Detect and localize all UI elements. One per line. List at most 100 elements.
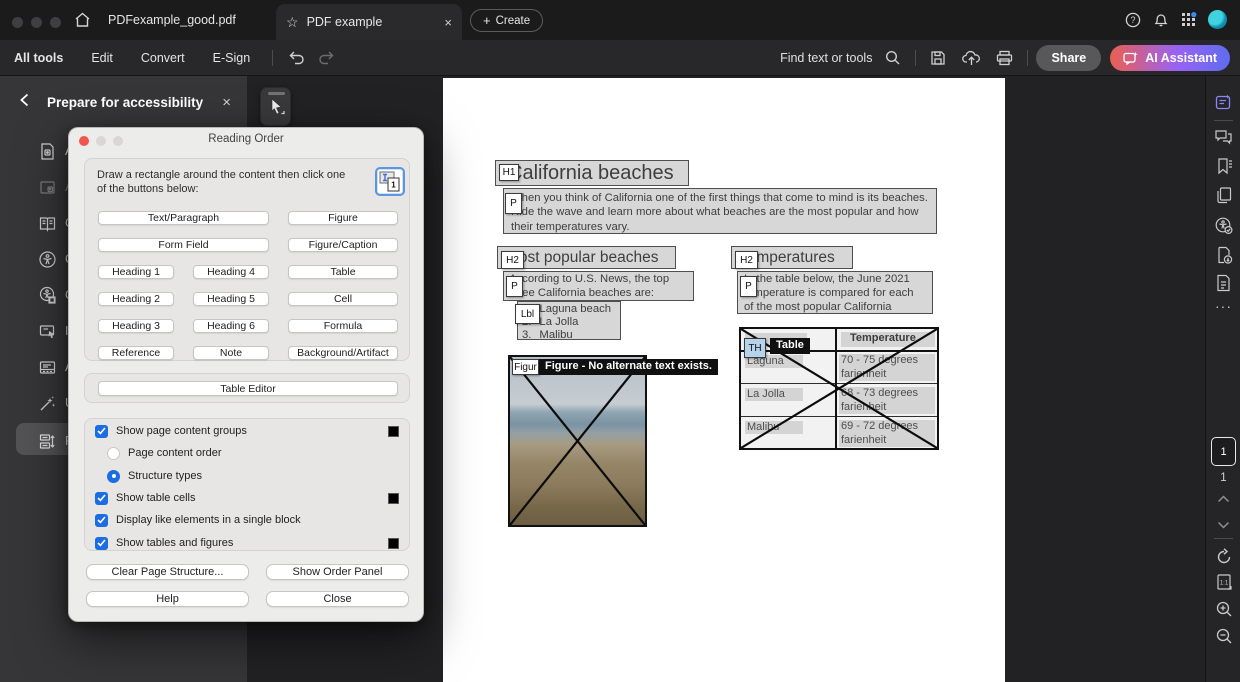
figure-content-box[interactable] (508, 355, 647, 527)
radio-unchecked-icon[interactable] (107, 447, 120, 460)
menu-all-tools[interactable]: All tools (0, 51, 77, 65)
radio-checked-icon[interactable] (107, 470, 120, 483)
menu-convert[interactable]: Convert (127, 51, 199, 65)
tab-doc-good[interactable]: PDFexample_good.pdf (108, 13, 236, 27)
tag-button-figure-caption[interactable]: Figure/Caption (288, 238, 398, 252)
undo-icon[interactable] (281, 50, 311, 65)
upload-cloud-icon[interactable] (956, 50, 986, 66)
select-cursor-icon[interactable] (269, 98, 285, 116)
option-show-tables-figures[interactable]: Show tables and figures (85, 535, 411, 551)
checkbox-checked-icon[interactable] (95, 492, 108, 505)
drag-handle[interactable] (268, 92, 285, 95)
pages-icon[interactable] (1206, 186, 1240, 204)
floating-tool-pill[interactable] (260, 87, 291, 126)
tag-button-cell[interactable]: Cell (288, 292, 398, 306)
apps-grid-icon[interactable] (1181, 12, 1198, 34)
page-thumbnail[interactable]: 1 (1211, 437, 1236, 466)
tag-button-heading-6[interactable]: Heading 6 (193, 319, 269, 333)
paragraph-content-box[interactable]: According to U.S. News, the top three Ca… (503, 271, 694, 301)
page-number: 1 (1220, 446, 1226, 458)
option-page-content-order[interactable]: Page content order (85, 445, 411, 461)
content-groups-color-swatch[interactable] (388, 426, 399, 437)
zoom-in-icon[interactable] (1206, 600, 1240, 618)
share-button[interactable]: Share (1036, 45, 1101, 71)
save-icon[interactable] (923, 50, 953, 66)
tag-button-heading-4[interactable]: Heading 4 (193, 265, 269, 279)
tag-button-heading-3[interactable]: Heading 3 (98, 319, 174, 333)
zoom-fit-icon[interactable]: 1:1 (1206, 573, 1240, 591)
help-button[interactable]: Help (86, 591, 249, 607)
tag-button-form-field[interactable]: Form Field (98, 238, 269, 252)
autotag-document-icon (38, 142, 57, 161)
checkbox-checked-icon[interactable] (95, 537, 108, 550)
notifications-bell-icon[interactable] (1153, 12, 1169, 33)
create-tab-button[interactable]: + Create (470, 9, 543, 32)
rotate-page-icon[interactable] (1206, 548, 1240, 566)
table-content-box[interactable]: Temperature Laguna 70 - 75 degrees farie… (739, 327, 939, 450)
help-icon[interactable]: ? (1125, 12, 1141, 33)
zoom-out-icon[interactable] (1206, 627, 1240, 645)
tag-button-background-artifact[interactable]: Background/Artifact (288, 346, 398, 360)
next-page-icon[interactable] (1206, 521, 1240, 529)
th-tag-badge: TH (744, 338, 766, 358)
checkbox-checked-icon[interactable] (95, 425, 108, 438)
avatar[interactable] (1208, 10, 1227, 29)
bookmarks-icon[interactable] (1206, 157, 1240, 175)
close-window-icon[interactable] (12, 17, 23, 28)
close-panel-icon[interactable]: × (222, 94, 231, 111)
window-controls[interactable] (12, 15, 69, 33)
tables-figures-color-swatch[interactable] (388, 538, 399, 549)
comments-icon[interactable] (1206, 128, 1240, 146)
p-tag-badge: P (506, 276, 523, 297)
close-button[interactable]: Close (266, 591, 409, 607)
print-icon[interactable] (989, 50, 1019, 66)
accessibility-person-icon (38, 250, 57, 269)
close-tab-icon[interactable]: × (444, 15, 452, 30)
more-tools-icon[interactable]: ··· (1206, 298, 1240, 314)
redo-icon[interactable] (311, 50, 341, 65)
list-item: Laguna beach (539, 303, 611, 316)
back-icon[interactable] (18, 93, 32, 112)
ai-assistant-panel-icon[interactable] (1206, 93, 1240, 112)
option-show-page-content-groups[interactable]: Show page content groups (85, 423, 411, 439)
sidebar-divider (1214, 120, 1233, 121)
tag-button-heading-5[interactable]: Heading 5 (193, 292, 269, 306)
tag-button-formula[interactable]: Formula (288, 319, 398, 333)
share-label: Share (1051, 51, 1086, 65)
document-notes-icon[interactable] (1206, 274, 1240, 292)
tag-button-heading-1[interactable]: Heading 1 (98, 265, 174, 279)
paragraph-content-box[interactable]: When you think of California one of the … (503, 188, 937, 234)
accessibility-check-icon[interactable] (1206, 216, 1240, 235)
star-icon[interactable]: ☆ (286, 14, 299, 31)
maximize-window-icon[interactable] (50, 17, 61, 28)
minimize-window-icon[interactable] (31, 17, 42, 28)
menu-esign[interactable]: E-Sign (199, 51, 265, 65)
tag-button-text-paragraph[interactable]: Text/Paragraph (98, 211, 269, 225)
tag-button-figure[interactable]: Figure (288, 211, 398, 225)
active-tab-label: PDF example (307, 15, 383, 29)
show-order-panel-button[interactable]: Show Order Panel (266, 564, 409, 580)
ai-assistant-button[interactable]: AI Assistant (1110, 45, 1230, 71)
export-document-icon[interactable] (1206, 246, 1240, 264)
paragraph-content-box[interactable]: In the table below, the June 2021 temper… (737, 271, 933, 314)
option-structure-types[interactable]: Structure types (85, 468, 411, 484)
tag-button-heading-2[interactable]: Heading 2 (98, 292, 174, 306)
table-editor-button[interactable]: Table Editor (98, 381, 398, 396)
find-text-label[interactable]: Find text or tools (780, 51, 872, 65)
tag-button-note[interactable]: Note (193, 346, 269, 360)
table-cells-color-swatch[interactable] (388, 493, 399, 504)
search-icon[interactable] (878, 50, 908, 66)
option-display-like-elements[interactable]: Display like elements in a single block (85, 512, 411, 528)
svg-text:1: 1 (391, 181, 396, 190)
home-icon[interactable] (74, 12, 91, 28)
tab-pdf-example[interactable]: ☆ PDF example × (276, 4, 462, 40)
clear-page-structure-button[interactable]: Clear Page Structure... (86, 564, 249, 580)
tag-button-reference[interactable]: Reference (98, 346, 174, 360)
checkbox-checked-icon[interactable] (95, 514, 108, 527)
structure-mode-icon-button[interactable]: 1 (375, 167, 405, 196)
h1-content-box[interactable]: California beaches (495, 160, 689, 186)
previous-page-icon[interactable] (1206, 495, 1240, 503)
option-show-table-cells[interactable]: Show table cells (85, 490, 411, 506)
tag-button-table[interactable]: Table (288, 265, 398, 279)
menu-edit[interactable]: Edit (77, 51, 127, 65)
